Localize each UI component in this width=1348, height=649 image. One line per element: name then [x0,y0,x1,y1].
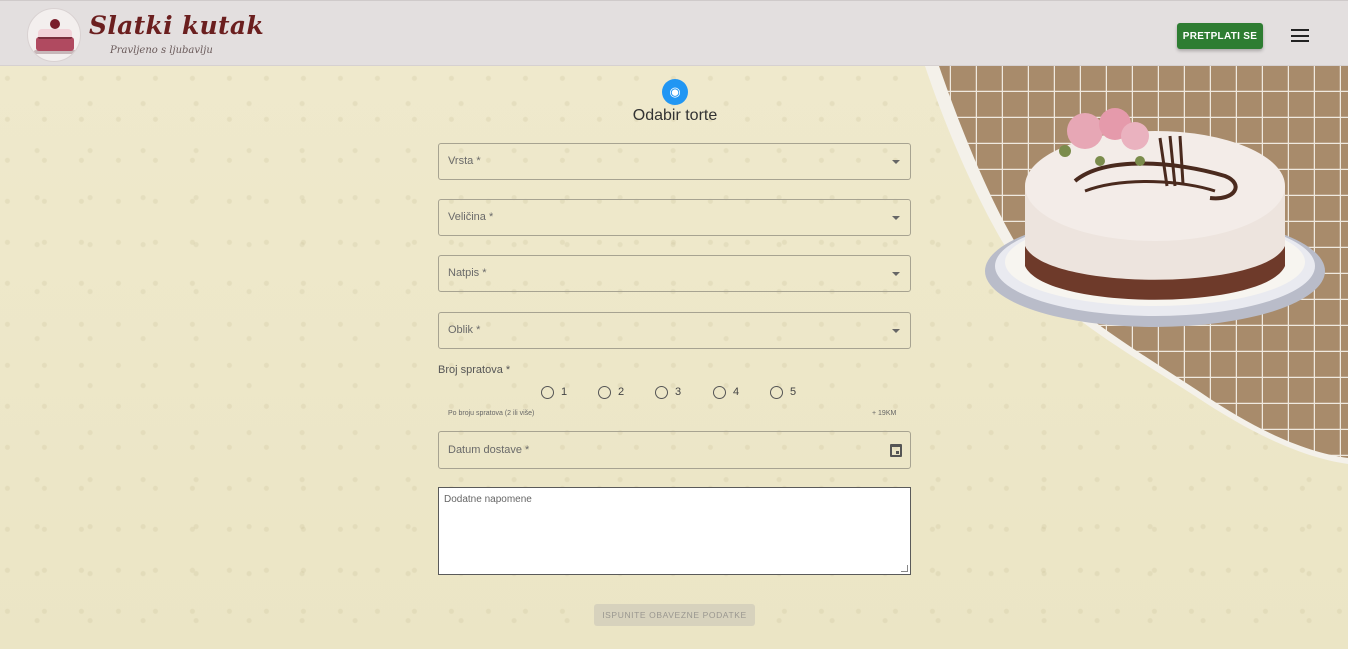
brand-title[interactable]: Slatki kutak [89,11,264,40]
chevron-down-icon [892,272,900,276]
brand-logo[interactable] [27,8,81,62]
cake-shape-select[interactable]: Oblik * [438,312,911,349]
cake-icon: ◉ [662,79,688,105]
cake-inscription-select[interactable]: Natpis * [438,255,911,292]
resize-handle-icon[interactable] [901,565,908,572]
floors-hint: Po broju spratova (2 ili više) [448,410,535,417]
delivery-date-label: Datum dostave * [448,444,530,456]
floors-label: Broj spratova * [438,364,511,376]
submit-button[interactable]: ISPUNITE OBAVEZNE PODATKE [594,604,755,626]
top-app-bar: Slatki kutak Pravljeno s ljubavlju PRETP… [0,0,1348,66]
hamburger-menu-icon[interactable] [1291,29,1309,42]
brand-subtitle: Pravljeno s ljubavlju [110,45,213,56]
cake-inscription-label: Natpis * [448,267,487,279]
chevron-down-icon [892,216,900,220]
cake-size-select[interactable]: Veličina * [438,199,911,236]
notes-placeholder: Dodatne napomene [444,494,532,505]
additional-notes-textarea[interactable]: Dodatne napomene [438,487,911,575]
subscribe-button[interactable]: PRETPLATI SE [1177,23,1263,49]
delivery-date-field[interactable]: Datum dostave * [438,431,911,469]
chevron-down-icon [892,329,900,333]
cake-illustration [925,66,1348,464]
cake-type-label: Vrsta * [448,155,481,167]
cake-size-label: Veličina * [448,211,494,223]
form-title: Odabir torte [632,107,718,124]
chevron-down-icon [892,160,900,164]
cake-type-select[interactable]: Vrsta * [438,143,911,180]
cake-shape-label: Oblik * [448,324,481,336]
calendar-icon[interactable] [890,444,902,457]
floors-price-hint: + 19KM [872,410,897,417]
